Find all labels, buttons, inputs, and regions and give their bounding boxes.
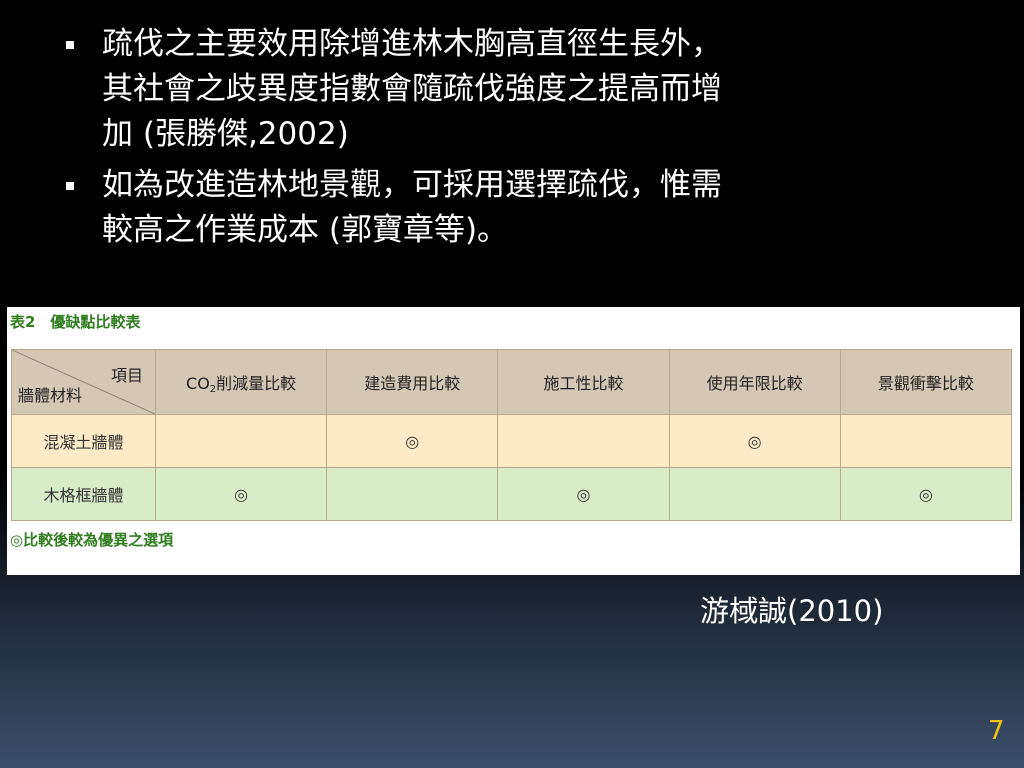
table-cell: ◎ [497,467,670,521]
table-row: 木格框牆體 ◎ ◎ ◎ [11,467,1013,521]
table-cell [326,467,499,521]
table-cell [839,414,1013,468]
bullet-item: 如為改進造林地景觀，可採用選擇疏伐，惟需 較高之作業成本 (郭寶章等)。 [62,163,962,253]
header-landscape: 景觀衝擊比較 [839,349,1013,415]
table-cell [497,414,670,468]
table-cell: ◎ [154,467,328,521]
header-lifespan: 使用年限比較 [668,349,841,415]
page-number: 7 [988,716,1005,746]
row-label: 混凝土牆體 [11,414,156,468]
comparison-table-image: 表2 優缺點比較表 項目 牆體材料 CO2削減量比較 建造費用比較 施工性比較 … [7,307,1020,575]
header-co2: CO2削減量比較 [154,349,328,415]
square-bullet-icon [66,41,74,49]
corner-label-item: 項目 [110,366,143,385]
table-cell: ◎ [668,414,841,468]
bullet-list: 疏伐之主要效用除增進林木胸高直徑生長外， 其社會之歧異度指數會隨疏伐強度之提高而… [62,22,962,259]
table-header-row: 項目 牆體材料 CO2削減量比較 建造費用比較 施工性比較 使用年限比較 景觀衝… [11,349,1013,415]
table-cell: ◎ [326,414,499,468]
header-cost: 建造費用比較 [326,349,499,415]
corner-header-cell: 項目 牆體材料 [11,349,156,415]
table-cell [154,414,328,468]
comparison-table: 項目 牆體材料 CO2削減量比較 建造費用比較 施工性比較 使用年限比較 景觀衝… [11,349,1013,521]
header-construction: 施工性比較 [497,349,670,415]
citation: 游棫誠(2010) [700,594,884,628]
bullet-item: 疏伐之主要效用除增進林木胸高直徑生長外， 其社會之歧異度指數會隨疏伐強度之提高而… [62,22,962,157]
bullet-text: 如為改進造林地景觀，可採用選擇疏伐，惟需 較高之作業成本 (郭寶章等)。 [102,167,722,248]
row-label: 木格框牆體 [11,467,156,521]
table-cell: ◎ [839,467,1013,521]
table-note: ◎比較後較為優異之選項 [10,531,174,549]
table-caption: 表2 優缺點比較表 [10,313,141,331]
bullet-text: 疏伐之主要效用除增進林木胸高直徑生長外， 其社會之歧異度指數會隨疏伐強度之提高而… [102,26,722,152]
table-cell [668,467,841,521]
table-row: 混凝土牆體 ◎ ◎ [11,414,1013,468]
corner-label-material: 牆體材料 [18,386,83,405]
square-bullet-icon [66,182,74,190]
